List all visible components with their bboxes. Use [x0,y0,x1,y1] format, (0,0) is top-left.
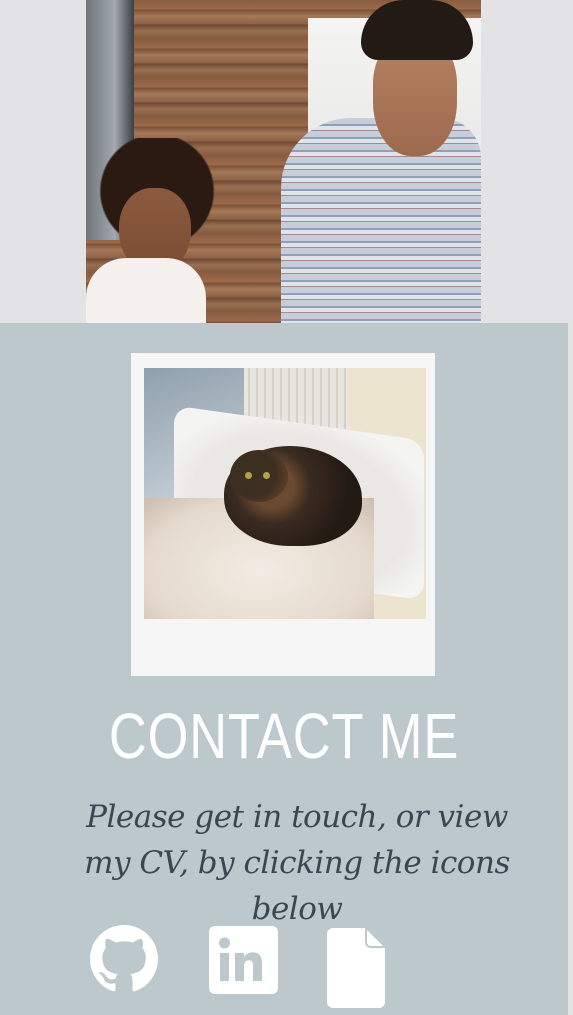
github-icon[interactable] [90,925,158,993]
page-edge [568,323,573,1015]
cat-eye [263,472,270,479]
contact-description: Please get in touch, or view my CV, by c… [84,799,510,927]
contact-title: CONTACT ME [108,700,460,772]
cat-head [230,450,288,502]
man-shirt [281,118,481,323]
cat-photo [144,368,426,619]
man-hair [361,0,473,60]
file-icon[interactable] [327,928,385,1008]
linkedin-icon[interactable] [209,926,278,994]
contact-section: CONTACT ME Please get in touch, or view … [0,323,568,1015]
woman-shirt [86,258,206,323]
polaroid-frame [131,353,435,676]
cat-eye [245,472,252,479]
hero-photo [86,0,481,323]
